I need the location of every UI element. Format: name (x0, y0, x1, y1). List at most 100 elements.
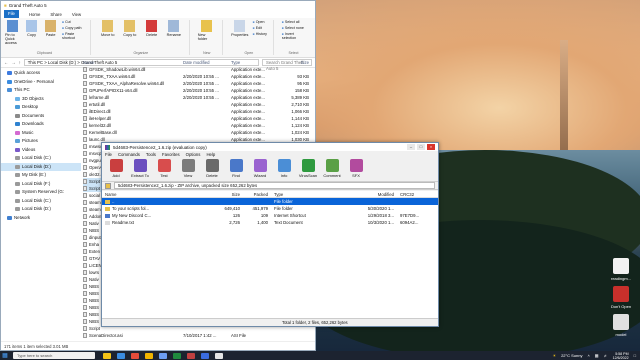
toolbar-add-button[interactable]: Add (106, 159, 126, 180)
tab-share[interactable]: Share (50, 12, 61, 17)
nav-item[interactable]: Videos (1, 146, 81, 155)
file-row[interactable]: GFSDK_TXAA.win64.dll 2/20/2020 10:55 ... A… (83, 73, 315, 80)
taskbar-app-icon[interactable] (201, 352, 209, 359)
column-type[interactable]: Type (268, 191, 336, 197)
file-row[interactable]: ScriptHookVDotNet.asi 6/9/2022 10:1...ASI… (83, 339, 315, 340)
new-folder-button[interactable]: New folder (198, 20, 216, 41)
explorer-titlebar[interactable]: ■ Grand Theft Auto 5 (1, 1, 315, 10)
nav-item[interactable]: Desktop (1, 103, 81, 112)
volume-icon[interactable]: ♬ (604, 353, 608, 358)
taskbar-app-icon[interactable] (215, 352, 223, 359)
menu-tools[interactable]: Tools (146, 152, 156, 157)
taskbar-app-icon[interactable] (187, 352, 195, 359)
invert-selection-button[interactable]: Invert selection (282, 32, 305, 40)
nav-item[interactable]: Pictures (1, 137, 81, 146)
file-row[interactable]: kernel32.dll Application exte... 1,124 KB (83, 122, 315, 129)
notification-icon[interactable]: □ (634, 353, 636, 358)
taskbar-app-icon[interactable] (117, 352, 125, 359)
paste-button[interactable]: Paste (43, 20, 58, 37)
properties-button[interactable]: Properties (231, 20, 249, 37)
nav-item[interactable]: 3D Objects (1, 95, 81, 104)
desktop-icon-model[interactable]: model (606, 314, 636, 337)
open-button[interactable]: Open (253, 20, 267, 24)
paste-shortcut-button[interactable]: Paste shortcut (62, 32, 84, 40)
archive-row[interactable]: Readme.txt 2,726 1,400 Text Document 10/3/20… (102, 219, 438, 226)
taskbar-app-icon[interactable] (159, 352, 167, 359)
column-size[interactable]: Size (279, 59, 309, 66)
column-type[interactable]: Type (231, 59, 279, 66)
archive-row[interactable]: My New Discord C... 126 109 Internet Shortc… (102, 212, 438, 219)
nav-item[interactable]: Local Disk (C:) (1, 197, 81, 206)
history-button[interactable]: History (253, 32, 267, 36)
copy-to-button[interactable]: Copy to (121, 20, 139, 37)
tab-file[interactable]: File (4, 10, 19, 18)
menu-file[interactable]: File (105, 152, 112, 157)
delete-button[interactable]: Delete (143, 20, 161, 37)
minimize-icon[interactable]: – (407, 144, 415, 150)
menu-options[interactable]: Options (186, 152, 201, 157)
move-to-button[interactable]: Move to (99, 20, 117, 37)
weather-text[interactable]: 22°C Sunny (561, 353, 582, 358)
nav-item[interactable]: Local Disk (F:) (1, 180, 81, 189)
network-icon[interactable]: ▩ (595, 353, 599, 358)
file-row[interactable]: ilEDirect.dll Application exte... 1,066 KB (83, 108, 315, 115)
nav-item[interactable]: This PC (1, 86, 81, 95)
select-all-button[interactable]: Select all (282, 20, 305, 24)
toolbar-test-button[interactable]: Test (154, 159, 174, 180)
chevron-up-icon[interactable]: ˄ (587, 353, 589, 358)
winrar-titlebar[interactable]: 5d4683-Persistence2_1.6.zip (evaluation … (102, 143, 438, 151)
taskbar-app-icon[interactable] (173, 352, 181, 359)
file-row[interactable]: GFSDK_TXAA_AlphaResolve.win64.dll 2/20/20… (83, 80, 315, 87)
toolbar-info-button[interactable]: Info (274, 159, 294, 180)
archive-path[interactable]: 5d4683-Persistence2_1.6.zip - ZIP archiv… (114, 182, 435, 189)
nav-item[interactable]: My Disk (E:) (1, 171, 81, 180)
nav-item[interactable]: Local Disk (D:) (1, 205, 81, 214)
toolbar-extract-to-button[interactable]: Extract To (130, 159, 150, 180)
tab-view[interactable]: View (72, 12, 81, 17)
edit-button[interactable]: Edit (253, 26, 267, 30)
nav-item[interactable]: Documents (1, 112, 81, 121)
nav-item[interactable]: Downloads (1, 120, 81, 129)
desktop-icon-dont-open[interactable]: Don't Open (606, 286, 636, 309)
toolbar-virusscan-button[interactable]: VirusScan (298, 159, 318, 180)
column-name[interactable]: Name (83, 59, 183, 66)
menu-favorites[interactable]: Favorites (162, 152, 180, 157)
copy-button[interactable]: Copy (24, 20, 39, 37)
column-name[interactable]: Name (102, 191, 212, 197)
archive-row[interactable]: To your scripts fol... 649,410 451,979 File… (102, 205, 438, 212)
column-modified[interactable]: Modified (336, 191, 394, 197)
toolbar-view-button[interactable]: View (178, 159, 198, 180)
desktop-icon-readingm[interactable]: readingm... (606, 258, 636, 281)
nav-item[interactable]: Network (1, 214, 81, 223)
nav-item[interactable]: Local Disk (C:) (1, 154, 81, 163)
file-row[interactable]: ileHelper.dll Application exte... 1,144 KB (83, 115, 315, 122)
taskbar-app-icon[interactable] (145, 352, 153, 359)
column-date[interactable]: Date modified (183, 59, 231, 66)
cut-button[interactable]: Cut (62, 20, 84, 24)
taskbar-app-icon[interactable] (131, 352, 139, 359)
file-row[interactable]: lefrarne.dll 2/20/2020 10:55 ... Applicati… (83, 94, 315, 101)
taskbar-search-input[interactable]: Type here to search (13, 352, 95, 359)
clock[interactable]: 5:58 PM 12/6/2022 (613, 352, 629, 360)
file-row[interactable]: ertutil.dll Application exte... 2,710 KB (83, 101, 315, 108)
nav-item[interactable]: Quick access (1, 69, 81, 78)
maximize-icon[interactable]: □ (417, 144, 425, 150)
up-arrow-icon[interactable]: ↑ (19, 60, 21, 65)
forward-arrow-icon[interactable]: → (11, 60, 15, 65)
weather-icon[interactable]: ☀ (552, 353, 556, 358)
back-arrow-icon[interactable]: ← (4, 60, 8, 65)
up-folder-icon[interactable] (105, 182, 111, 189)
toolbar-find-button[interactable]: Find (226, 159, 246, 180)
select-none-button[interactable]: Select none (282, 26, 305, 30)
column-size[interactable]: Size (212, 191, 240, 197)
column-packed[interactable]: Packed (240, 191, 268, 197)
file-row[interactable]: ScenaDirector.asi 7/10/2017 1:42 ... ASI F… (83, 332, 315, 339)
rename-button[interactable]: Rename (165, 20, 183, 37)
nav-item[interactable]: System Reserved (G: (1, 188, 81, 197)
taskbar-app-icon[interactable] (103, 352, 111, 359)
toolbar-sfx-button[interactable]: SFX (346, 159, 366, 180)
tab-home[interactable]: Home (29, 12, 40, 17)
nav-item[interactable]: Music (1, 129, 81, 138)
menu-commands[interactable]: Commands (118, 152, 140, 157)
toolbar-comment-button[interactable]: Comment (322, 159, 342, 180)
